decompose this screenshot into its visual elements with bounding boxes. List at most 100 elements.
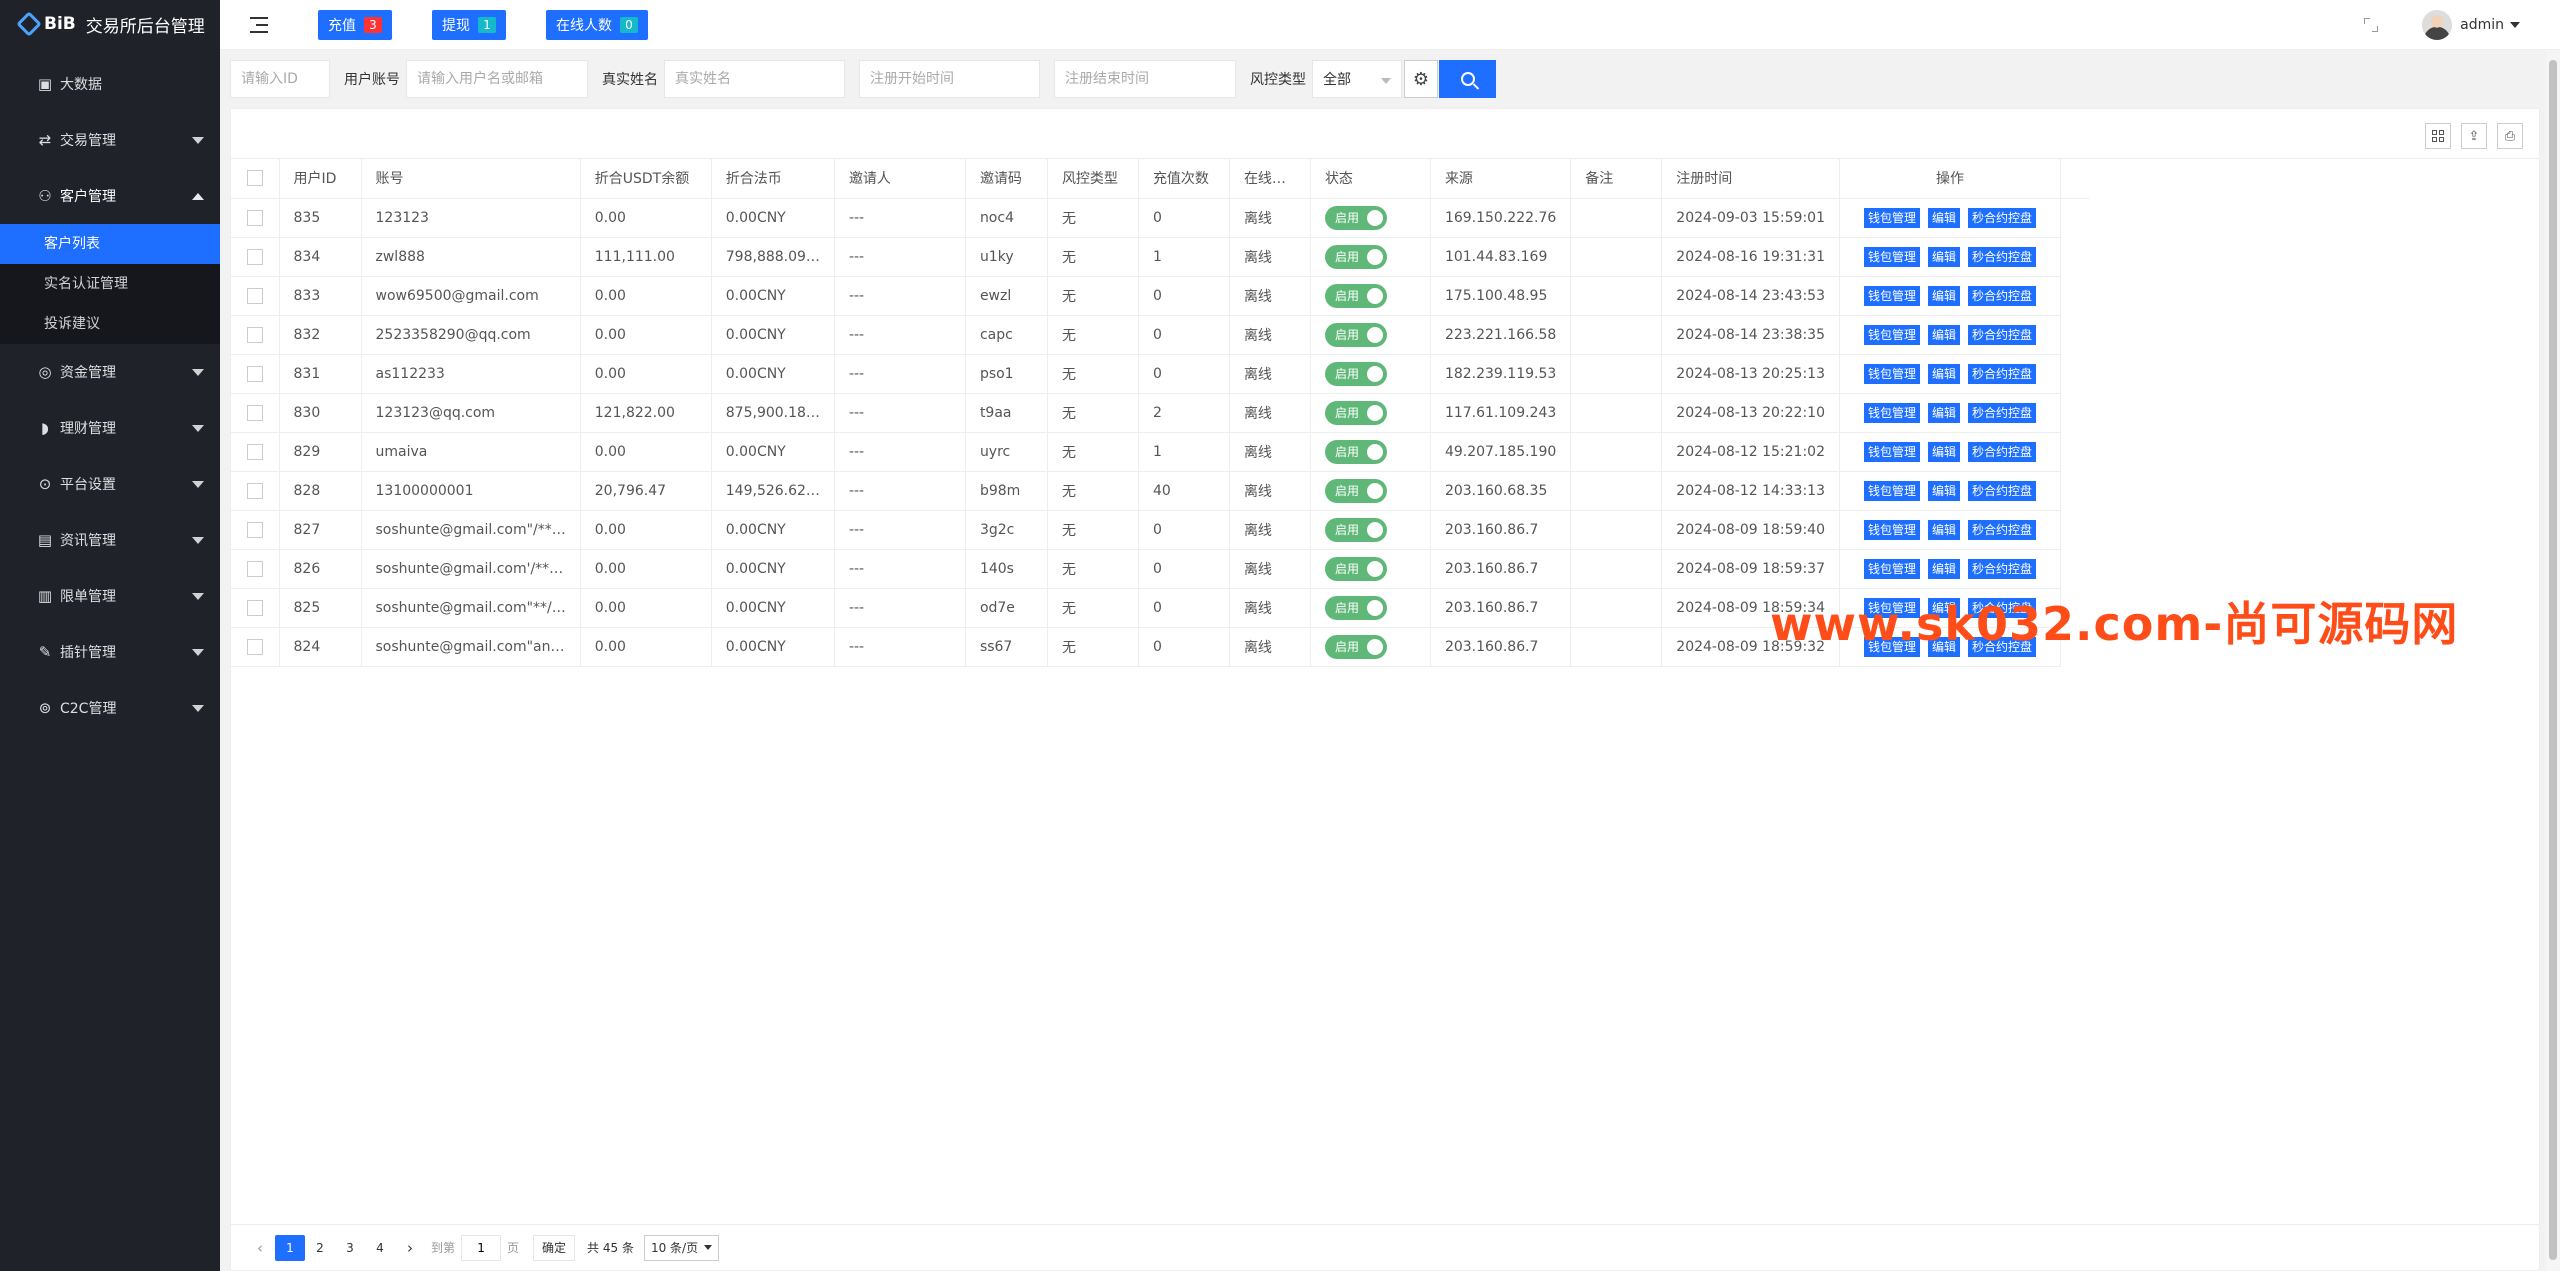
table-row[interactable]: 830 123123@qq.com 121,822.00 875,900.18… ---…	[231, 393, 2089, 433]
row-checkbox[interactable]	[246, 365, 263, 382]
edit-button[interactable]: 编辑	[1927, 363, 1960, 384]
submenu-item-2[interactable]: 投诉建议	[0, 304, 220, 344]
status-toggle[interactable]: 启用	[1324, 439, 1387, 464]
wallet-manage-button[interactable]: 钱包管理	[1863, 480, 1920, 501]
sidebar-item-0[interactable]: ▣ 大数据	[0, 56, 220, 112]
page-button[interactable]: 2	[305, 1235, 335, 1261]
edit-button[interactable]: 编辑	[1927, 558, 1960, 579]
next-page-icon[interactable]: ›	[395, 1235, 425, 1261]
submenu-item-1[interactable]: 实名认证管理	[0, 264, 220, 304]
row-checkbox[interactable]	[246, 326, 263, 343]
search-button[interactable]	[1439, 60, 1496, 98]
register-start-input[interactable]	[859, 60, 1040, 98]
status-toggle[interactable]: 启用	[1324, 478, 1387, 503]
wallet-manage-button[interactable]: 钱包管理	[1863, 441, 1920, 462]
contract-control-button[interactable]: 秒合约控盘	[1967, 402, 2036, 423]
status-toggle[interactable]: 启用	[1324, 283, 1387, 308]
sidebar-item-5[interactable]: ⊙ 平台设置	[0, 456, 220, 512]
select-all-checkbox[interactable]	[246, 170, 263, 187]
columns-filter-icon[interactable]	[2425, 123, 2451, 149]
column-header[interactable]: 来源	[1430, 159, 1572, 199]
page-size-select[interactable]: 10 条/页	[643, 1234, 720, 1261]
wallet-manage-button[interactable]: 钱包管理	[1863, 558, 1920, 579]
status-toggle[interactable]: 启用	[1324, 595, 1387, 620]
row-checkbox[interactable]	[246, 521, 263, 538]
row-checkbox[interactable]	[246, 404, 263, 421]
edit-button[interactable]: 编辑	[1927, 441, 1960, 462]
column-header[interactable]: 折合法币	[711, 159, 835, 199]
column-header[interactable]: 风控类型	[1047, 159, 1139, 199]
status-toggle[interactable]: 启用	[1324, 634, 1387, 659]
table-row[interactable]: 833 wow69500@gmail.com 0.00 0.00CNY --- ewzl 无…	[231, 276, 2089, 316]
gear-icon[interactable]: ⚙	[1404, 60, 1438, 98]
edit-button[interactable]: 编辑	[1927, 519, 1960, 540]
contract-control-button[interactable]: 秒合约控盘	[1967, 480, 2036, 501]
contract-control-button[interactable]: 秒合约控盘	[1967, 519, 2036, 540]
column-header[interactable]: 邀请码	[965, 159, 1048, 199]
column-header[interactable]: 用户ID	[279, 159, 362, 199]
status-toggle[interactable]: 启用	[1324, 361, 1387, 386]
table-row[interactable]: 831 as112233 0.00 0.00CNY --- pso1 无 0 离线 启用 182.2…	[231, 354, 2089, 394]
table-row[interactable]: 834 zwl888 111,111.00 798,888.09… --- u1ky 无 1 离…	[231, 237, 2089, 277]
status-toggle[interactable]: 启用	[1324, 400, 1387, 425]
row-checkbox[interactable]	[246, 443, 263, 460]
print-icon[interactable]: ⎙	[2497, 123, 2523, 149]
account-input[interactable]	[406, 60, 588, 98]
column-header[interactable]: 注册时间	[1661, 159, 1840, 199]
column-header[interactable]: 充值次数	[1138, 159, 1230, 199]
goto-confirm-button[interactable]: 确定	[533, 1234, 576, 1261]
menu-toggle-icon[interactable]	[250, 16, 268, 33]
page-button[interactable]: 3	[335, 1235, 365, 1261]
prev-page-icon[interactable]: ‹	[245, 1235, 275, 1261]
sidebar-item-4[interactable]: ◗ 理财管理	[0, 400, 220, 456]
column-header[interactable]: 备注	[1570, 159, 1663, 199]
chevron-down-icon[interactable]	[2510, 22, 2520, 28]
avatar[interactable]	[2422, 10, 2453, 40]
realname-input[interactable]	[664, 60, 845, 98]
sidebar-item-7[interactable]: ▥ 限单管理	[0, 568, 220, 624]
id-input[interactable]	[230, 60, 330, 98]
table-row[interactable]: 829 umaiva 0.00 0.00CNY --- uyrc 无 1 离线 启用 49.207.…	[231, 432, 2089, 472]
contract-control-button[interactable]: 秒合约控盘	[1967, 285, 2036, 306]
header-button-1[interactable]: 提现 1	[432, 9, 506, 40]
wallet-manage-button[interactable]: 钱包管理	[1863, 285, 1920, 306]
column-header[interactable]: 折合USDT余额	[580, 159, 712, 199]
column-header[interactable]: 状态	[1310, 159, 1431, 199]
risk-type-select[interactable]: 全部	[1312, 60, 1402, 98]
edit-button[interactable]: 编辑	[1927, 402, 1960, 423]
table-row[interactable]: 826 soshunte@gmail.com'/**… 0.00 0.00CNY ---…	[231, 549, 2089, 589]
page-button[interactable]: 1	[275, 1234, 305, 1261]
wallet-manage-button[interactable]: 钱包管理	[1863, 324, 1920, 345]
status-toggle[interactable]: 启用	[1324, 205, 1387, 230]
status-toggle[interactable]: 启用	[1324, 322, 1387, 347]
row-checkbox[interactable]	[246, 482, 263, 499]
column-header[interactable]: 操作	[1839, 159, 2061, 199]
export-icon[interactable]: ⇪	[2461, 123, 2487, 149]
user-name[interactable]: admin	[2460, 17, 2504, 33]
edit-button[interactable]: 编辑	[1927, 207, 1960, 228]
column-header[interactable]: 账号	[361, 159, 581, 199]
sidebar-item-6[interactable]: ▤ 资讯管理	[0, 512, 220, 568]
edit-button[interactable]: 编辑	[1927, 480, 1960, 501]
contract-control-button[interactable]: 秒合约控盘	[1967, 324, 2036, 345]
row-checkbox[interactable]	[246, 560, 263, 577]
wallet-manage-button[interactable]: 钱包管理	[1863, 246, 1920, 267]
status-toggle[interactable]: 启用	[1324, 517, 1387, 542]
contract-control-button[interactable]: 秒合约控盘	[1967, 363, 2036, 384]
page-button[interactable]: 4	[365, 1235, 395, 1261]
row-checkbox[interactable]	[246, 638, 263, 655]
edit-button[interactable]: 编辑	[1927, 246, 1960, 267]
sidebar-item-8[interactable]: ✎ 插针管理	[0, 624, 220, 680]
column-header[interactable]: 邀请人	[834, 159, 966, 199]
submenu-item-0[interactable]: 客户列表	[0, 224, 220, 264]
contract-control-button[interactable]: 秒合约控盘	[1967, 246, 2036, 267]
row-checkbox[interactable]	[246, 287, 263, 304]
status-toggle[interactable]: 启用	[1324, 244, 1387, 269]
logo[interactable]: BiB 交易所后台管理	[0, 0, 220, 48]
register-end-input[interactable]	[1054, 60, 1236, 98]
wallet-manage-button[interactable]: 钱包管理	[1863, 519, 1920, 540]
table-row[interactable]: 828 13100000001 20,796.47 149,526.62… --- b98…	[231, 471, 2089, 511]
row-checkbox[interactable]	[246, 248, 263, 265]
wallet-manage-button[interactable]: 钱包管理	[1863, 363, 1920, 384]
table-row[interactable]: 835 123123 0.00 0.00CNY --- noc4 无 0 离线 启用 169.150…	[231, 198, 2089, 238]
